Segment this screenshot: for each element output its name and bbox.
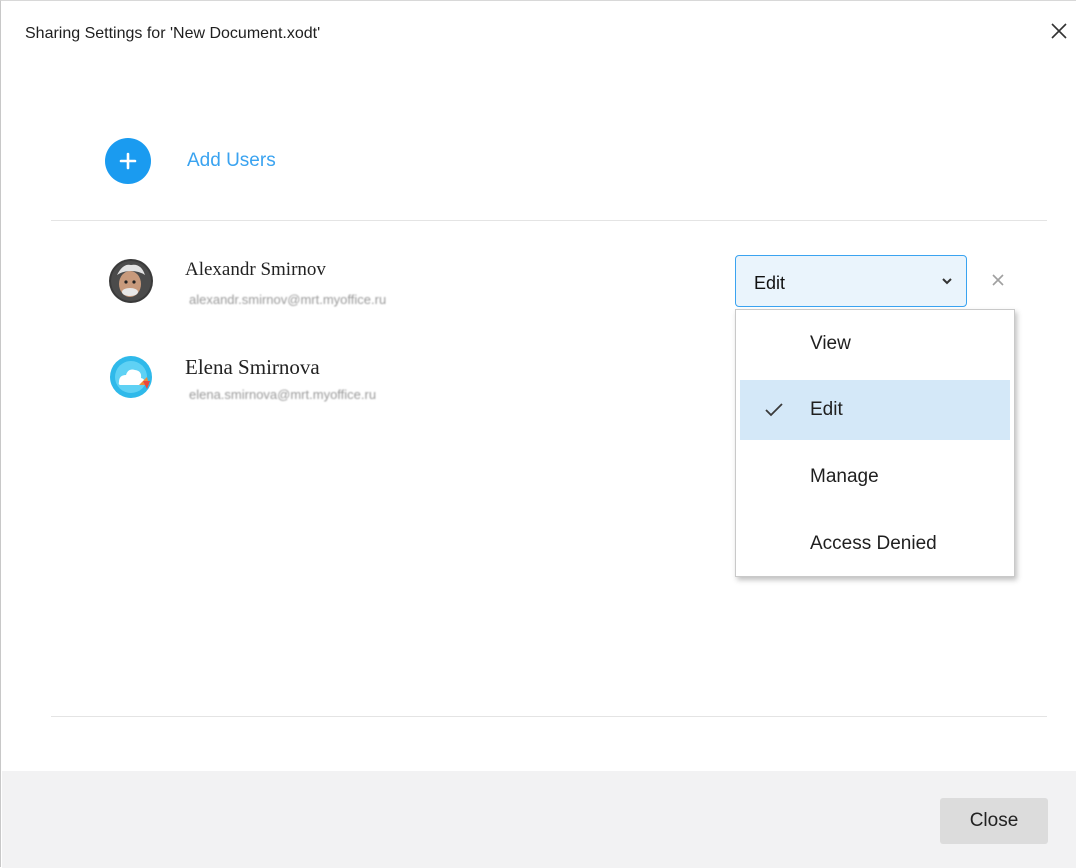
- user-name: Elena Smirnova: [185, 355, 320, 379]
- access-level-menu: View Edit Manage Access Denied: [735, 309, 1015, 577]
- add-users-label: Add Users: [187, 150, 276, 171]
- user-avatar: [109, 355, 153, 399]
- close-button[interactable]: Close: [940, 798, 1048, 844]
- menu-item-edit[interactable]: Edit: [740, 380, 1010, 440]
- add-users-button[interactable]: Add Users: [105, 138, 276, 184]
- access-level-select[interactable]: Edit: [735, 255, 967, 307]
- access-level-value: Edit: [754, 273, 786, 293]
- close-icon[interactable]: [1047, 19, 1071, 43]
- dialog-title: Sharing Settings for 'New Document.xodt': [25, 25, 321, 42]
- divider-bottom: [51, 716, 1047, 717]
- menu-item-view[interactable]: View: [740, 314, 1010, 374]
- sharing-settings-dialog: Sharing Settings for 'New Document.xodt'…: [0, 0, 1076, 868]
- menu-item-label: Edit: [810, 399, 843, 420]
- remove-user-icon[interactable]: [989, 271, 1007, 289]
- menu-item-access-denied[interactable]: Access Denied: [740, 514, 1010, 574]
- user-email: alexandr.smirnov@mrt.myoffice.ru: [189, 292, 387, 307]
- menu-item-label: Manage: [810, 466, 879, 487]
- check-icon: [765, 403, 783, 417]
- menu-item-manage[interactable]: Manage: [740, 447, 1010, 507]
- menu-item-label: View: [810, 333, 851, 354]
- user-name: Alexandr Smirnov: [185, 259, 326, 280]
- dialog-footer: Close: [2, 771, 1076, 868]
- menu-item-label: Access Denied: [810, 533, 937, 554]
- chevron-down-icon: [942, 278, 952, 285]
- divider-top: [51, 220, 1047, 221]
- user-email: elena.smirnova@mrt.myoffice.ru: [189, 387, 377, 402]
- plus-icon: [105, 138, 151, 184]
- user-avatar: [109, 259, 153, 303]
